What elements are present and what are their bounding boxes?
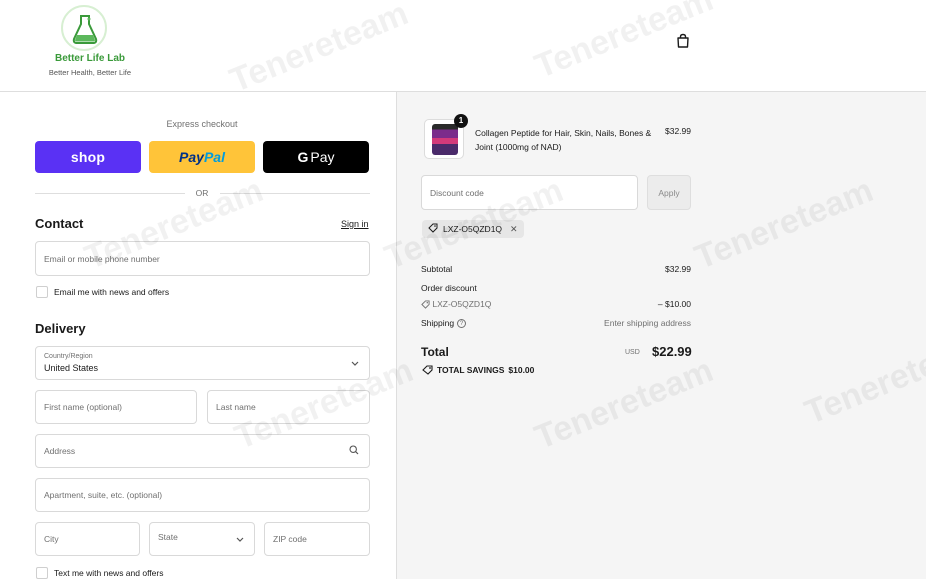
total-currency: USD [625, 349, 640, 356]
email-placeholder: Email or mobile phone number [44, 253, 160, 264]
product-jar-image [432, 124, 458, 155]
email-news-checkbox[interactable] [36, 286, 48, 298]
discount-code-label: LXZ-O5QZD1Q [432, 299, 492, 309]
state-placeholder: State [158, 532, 178, 542]
cart-icon[interactable] [676, 33, 690, 48]
brand-name: Better Life Lab [54, 53, 125, 64]
city-field[interactable]: City [35, 522, 140, 556]
apartment-field[interactable]: Apartment, suite, etc. (optional) [35, 478, 370, 512]
search-icon [349, 442, 359, 460]
last-name-placeholder: Last name [216, 402, 256, 412]
contact-title: Contact [35, 216, 84, 231]
total-savings: TOTAL SAVINGS $10.00 [422, 365, 534, 375]
close-icon[interactable]: ✕ [510, 224, 518, 235]
header: Better Life Lab Better Health, Better Li… [0, 0, 926, 92]
discount-value: – $10.00 [657, 299, 691, 309]
tag-icon [421, 299, 432, 309]
subtotal-value: $32.99 [665, 264, 691, 274]
google-pay-button[interactable]: G Pay [263, 141, 369, 173]
text-news-label: Text me with news and offers [54, 568, 164, 578]
order-discount-row: Order discount [421, 283, 691, 293]
order-discount-label: Order discount [421, 283, 477, 293]
first-name-field[interactable]: First name (optional) [35, 390, 197, 424]
applied-code-chip: LXZ-O5QZD1Q ✕ [422, 220, 524, 238]
shipping-row: Shipping? Enter shipping address [421, 318, 691, 329]
text-news-checkbox[interactable] [36, 567, 48, 579]
text-news-row[interactable]: Text me with news and offers [36, 567, 163, 579]
discount-code-input[interactable]: Discount code [421, 175, 638, 210]
tag-icon [422, 365, 433, 375]
discount-code-row: LXZ-O5QZD1Q – $10.00 [421, 299, 691, 309]
order-summary-panel [396, 92, 926, 579]
total-value: $22.99 [652, 344, 692, 359]
email-news-row[interactable]: Email me with news and offers [36, 286, 169, 298]
total-label: Total [421, 345, 449, 359]
email-news-label: Email me with news and offers [54, 287, 170, 297]
product-name: Collagen Peptide for Hair, Skin, Nails, … [475, 128, 652, 152]
divider-right [220, 193, 370, 194]
or-separator: OR [195, 188, 209, 198]
city-placeholder: City [44, 534, 59, 544]
subtotal-label: Subtotal [421, 264, 453, 274]
applied-code-text: LXZ-O5QZD1Q [443, 224, 503, 234]
country-select[interactable]: Country/Region United States [35, 346, 370, 380]
chevron-down-icon [351, 358, 359, 368]
apply-discount-button[interactable]: Apply [647, 175, 691, 210]
email-field[interactable]: Email or mobile phone number [35, 241, 370, 276]
gpay-label: Pay [310, 149, 335, 165]
tag-icon [428, 223, 438, 235]
sign-in-link[interactable]: Sign in [341, 219, 369, 229]
country-value: United States [44, 363, 99, 373]
divider-left [35, 193, 185, 194]
zip-field[interactable]: ZIP code [264, 522, 370, 556]
product-price: $32.99 [665, 126, 691, 136]
paypal-button[interactable]: Pay Pal [149, 141, 255, 173]
quantity-badge: 1 [454, 114, 468, 128]
savings-label: TOTAL SAVINGS [437, 365, 505, 375]
shipping-value: Enter shipping address [604, 318, 691, 328]
address-field[interactable]: Address [35, 434, 370, 468]
express-checkout-title: Express checkout [166, 119, 238, 129]
paypal-label-1: Pay [179, 149, 204, 165]
zip-placeholder: ZIP code [273, 534, 307, 544]
savings-value: $10.00 [508, 365, 535, 375]
shipping-label: Shipping [421, 318, 455, 328]
apartment-placeholder: Apartment, suite, etc. (optional) [44, 490, 163, 500]
first-name-placeholder: First name (optional) [44, 402, 122, 412]
google-g-icon: G [297, 149, 309, 165]
flask-logo-icon [61, 5, 107, 51]
discount-placeholder: Discount code [430, 187, 484, 198]
paypal-label-2: Pal [203, 149, 225, 165]
brand-logo[interactable]: Better Life Lab Better Health, Better Li… [34, 5, 134, 81]
brand-tagline: Better Health, Better Life [48, 68, 132, 77]
address-placeholder: Address [44, 446, 76, 456]
country-label: Country/Region [44, 353, 93, 360]
shop-pay-button[interactable]: shop [35, 141, 141, 173]
help-icon[interactable]: ? [457, 319, 467, 329]
subtotal-row: Subtotal $32.99 [421, 264, 691, 274]
chevron-down-icon [236, 534, 244, 544]
delivery-title: Delivery [35, 321, 86, 336]
state-select[interactable]: State [149, 522, 255, 556]
last-name-field[interactable]: Last name [207, 390, 370, 424]
